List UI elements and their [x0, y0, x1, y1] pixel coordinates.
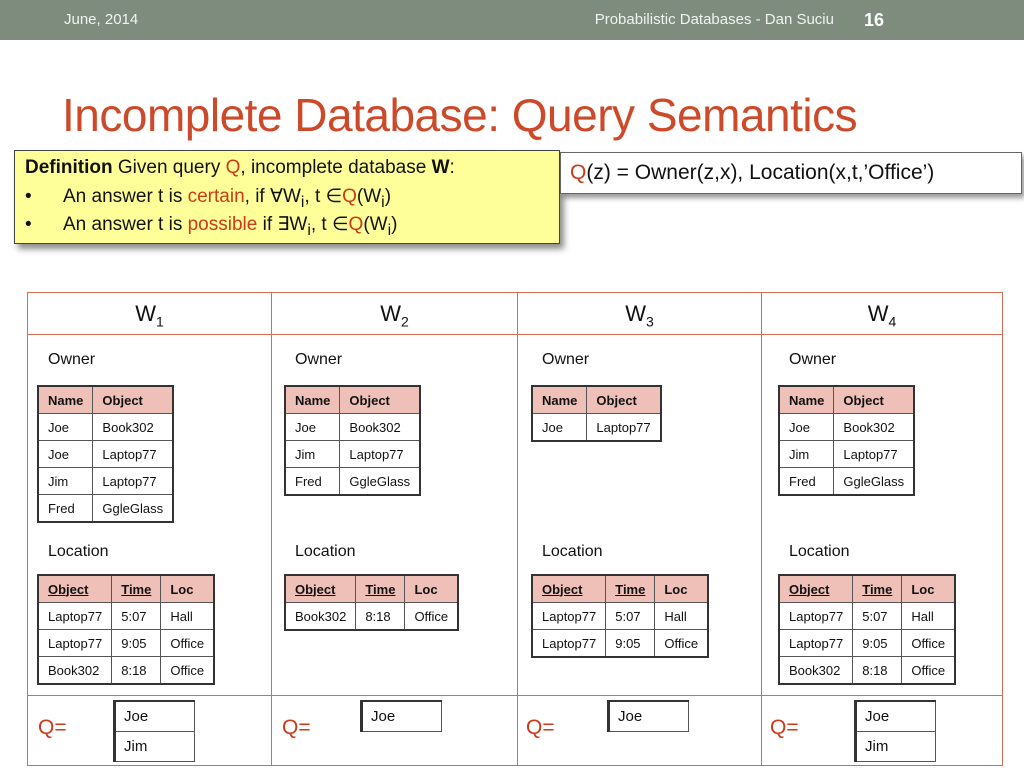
table-row: Book302 8:18 Office: [778, 656, 956, 685]
location-label: Location: [789, 543, 850, 560]
table-row: Laptop77 9:05 Office: [531, 629, 709, 658]
header-bar: June, 2014 Probabilistic Databases - Dan…: [0, 0, 1024, 40]
table-row: Joe: [608, 700, 689, 732]
answer-table: Joe: [607, 700, 689, 732]
owner-label: Owner: [789, 351, 837, 368]
world-header: W2: [272, 293, 517, 335]
world-header: W3: [518, 293, 761, 335]
definition-certain: • An answer t is certain, if ∀Wi, t ∈Q(Wi…: [25, 186, 392, 211]
table-row: Joe Book302: [284, 413, 421, 441]
location-label: Location: [542, 543, 603, 560]
slide-title: Incomplete Database: Query Semantics: [62, 89, 858, 141]
location-table: Object Time Loc Laptop77 5:07 Hall Laptop77 9…: [37, 574, 216, 685]
owner-table: Name Object Joe Laptop77: [531, 385, 662, 442]
table-row: Jim: [114, 731, 195, 762]
world-header: W1: [28, 293, 271, 335]
query-name: Q: [570, 161, 587, 184]
location-table: Object Time Loc Book302 8:18 Office: [284, 574, 460, 631]
table-row: Laptop77 5:07 Hall: [37, 602, 215, 630]
table-row: Joe Book302: [778, 413, 915, 441]
table-row: Jim: [855, 731, 936, 762]
worlds-grid: W1 Owner Name Object Joe Book302 Joe Laptop…: [27, 292, 1003, 766]
answer-label: Q=: [282, 716, 311, 739]
table-row: Joe: [855, 700, 936, 732]
answer-label: Q=: [526, 716, 555, 739]
answer-table: Joe: [360, 700, 442, 732]
table-row: Jim Laptop77: [284, 440, 421, 468]
world-column: W3 Owner Name Object Joe Laptop77 Location…: [518, 293, 762, 765]
definition-heading: Definition Given query Q, incomplete dat…: [25, 157, 455, 178]
table-row: Joe Book302: [37, 413, 174, 441]
table-row: Joe: [361, 700, 442, 732]
table-row: Laptop77 5:07 Hall: [778, 602, 956, 630]
owner-label: Owner: [48, 351, 96, 368]
world-column: W2 Owner Name Object Joe Book302 Jim Laptop…: [272, 293, 518, 765]
table-row: Laptop77 9:05 Office: [37, 629, 215, 657]
world-column: W1 Owner Name Object Joe Book302 Joe Laptop…: [28, 293, 272, 765]
location-label: Location: [295, 543, 356, 560]
table-row: Joe: [114, 700, 195, 732]
definition-box: Definition Given query Q, incomplete dat…: [14, 150, 560, 244]
owner-label: Owner: [542, 351, 590, 368]
table-row: Joe Laptop77: [37, 440, 174, 468]
table-row: Book302 8:18 Office: [37, 656, 215, 685]
world-column: W4 Owner Name Object Joe Book302 Jim Laptop…: [762, 293, 1002, 765]
table-row: Joe Laptop77: [531, 413, 662, 442]
table-row: Laptop77 5:07 Hall: [531, 602, 709, 630]
slide-number: 16: [864, 10, 885, 30]
owner-table: Name Object Joe Book302 Jim Laptop77 Fred Gg…: [284, 385, 422, 496]
owner-label: Owner: [295, 351, 343, 368]
location-label: Location: [48, 543, 109, 560]
answer-label: Q=: [770, 716, 799, 739]
definition-possible: • An answer t is possible if ∃Wi, t ∈Q(Wi…: [25, 214, 398, 239]
query-box: Q(z) = Owner(z,x), Location(x,t,’Office’…: [560, 152, 1022, 194]
footer-text: Probabilistic Databases - Dan Suciu: [594, 11, 834, 28]
table-row: Fred GgleGlass: [778, 467, 915, 496]
location-table: Object Time Loc Laptop77 5:07 Hall Laptop77 9…: [531, 574, 710, 658]
owner-table: Name Object Joe Book302 Joe Laptop77 Jim Lap…: [37, 385, 175, 523]
table-row: Book302 8:18 Office: [284, 602, 459, 631]
world-header: W4: [762, 293, 1002, 335]
table-row: Fred GgleGlass: [284, 467, 421, 496]
table-row: Laptop77 9:05 Office: [778, 629, 956, 657]
answer-label: Q=: [38, 716, 67, 739]
answer-table: Joe Jim: [113, 700, 195, 762]
table-row: Jim Laptop77: [37, 467, 174, 495]
answer-table: Joe Jim: [854, 700, 936, 762]
date-text: June, 2014: [64, 11, 139, 28]
table-row: Jim Laptop77: [778, 440, 915, 468]
owner-table: Name Object Joe Book302 Jim Laptop77 Fred Gg…: [778, 385, 916, 496]
query-body: (z) = Owner(z,x), Location(x,t,’Office’): [586, 161, 935, 184]
location-table: Object Time Loc Laptop77 5:07 Hall Laptop77 9…: [778, 574, 957, 685]
table-row: Fred GgleGlass: [37, 494, 174, 523]
